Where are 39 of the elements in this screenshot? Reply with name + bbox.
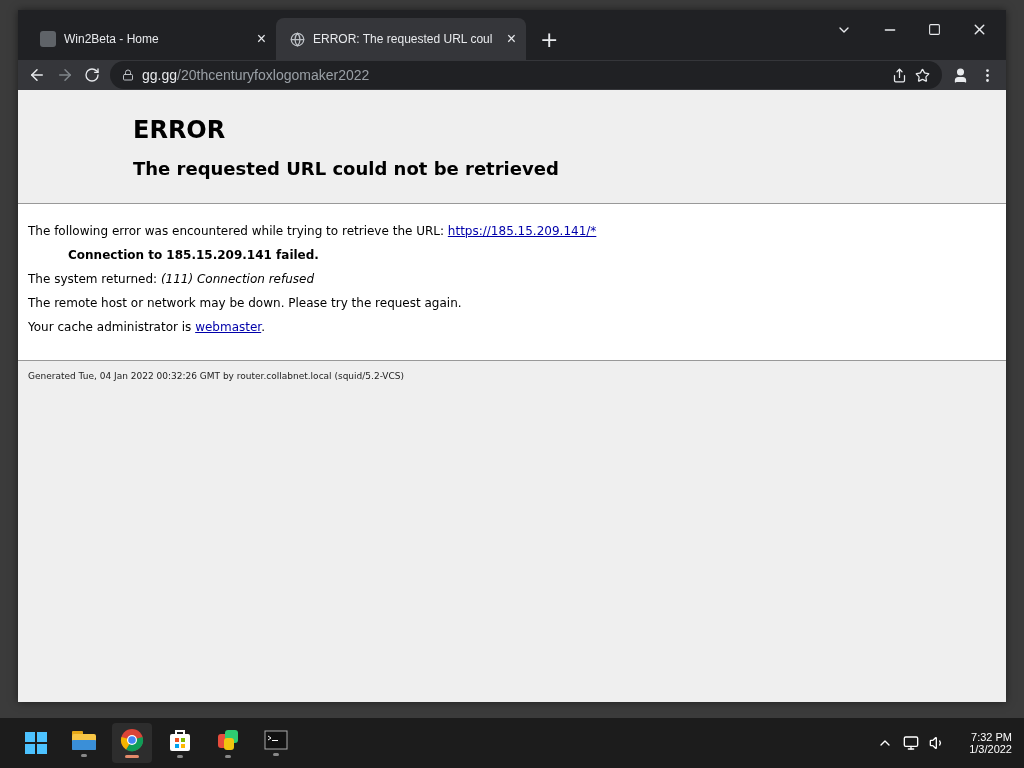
clock-date[interactable]: 1/3/2022 — [969, 743, 1012, 755]
failure-message: Connection to 185.15.209.141 failed. — [68, 248, 320, 262]
lock-icon — [122, 69, 134, 81]
browser-tab[interactable]: Win2Beta - Home × — [26, 18, 276, 60]
new-tab-button[interactable]: + — [540, 27, 559, 52]
webmaster-link[interactable]: webmaster — [195, 320, 262, 334]
reload-icon[interactable] — [84, 67, 100, 83]
globe-icon — [290, 31, 305, 47]
tab-title: ERROR: The requested URL coul — [313, 32, 494, 46]
maximize-icon[interactable] — [928, 23, 941, 36]
error-description: The following error was encountered while trying to retrieve the URL: https://185.15.209.141/* — [28, 224, 598, 238]
tab-title: Win2Beta - Home — [64, 32, 160, 46]
back-icon[interactable] — [28, 66, 46, 84]
admin-text: Your cache administrator is webmaster. — [28, 320, 266, 334]
bookmark-star-icon[interactable] — [915, 67, 930, 83]
shopping-bag-icon[interactable] — [168, 728, 192, 752]
taskbar-app[interactable] — [112, 723, 152, 763]
browser-icon[interactable] — [120, 728, 144, 752]
address-bar[interactable]: gg.gg/20thcenturyfoxlogomaker2022 — [110, 61, 942, 89]
terminal-icon[interactable] — [264, 730, 288, 750]
browser-tab[interactable]: ERROR: The requested URL coul × — [276, 18, 526, 60]
close-tab-button[interactable]: × — [506, 30, 516, 48]
url-link[interactable]: https://185.15.209.141/* — [447, 224, 597, 238]
colored-squares-icon[interactable] — [216, 728, 240, 752]
clock-time[interactable]: 7:32 PM — [971, 731, 1012, 743]
close-tab-button[interactable]: × — [256, 30, 266, 48]
error-heading: ERROR — [133, 116, 227, 144]
forward-icon[interactable] — [56, 66, 74, 84]
system-message: The system returned: (111) Connection refused — [28, 272, 316, 286]
advice-text: The remote host or network may be down. Please try the request again. — [28, 296, 463, 310]
share-icon[interactable] — [892, 67, 907, 83]
profile-icon[interactable] — [952, 66, 969, 84]
favicon-icon — [40, 31, 56, 47]
error-subheading: The requested URL could not be retrieved — [133, 158, 560, 179]
network-icon[interactable] — [903, 735, 920, 751]
url-text: gg.gg/20thcenturyfoxlogomaker2022 — [142, 67, 370, 83]
footer-text: Generated Tue, 04 Jan 2022 00:32:26 GMT by router.collabnet.local (squid/5.2-VCS) — [27, 370, 405, 383]
windows-logo-icon[interactable] — [24, 731, 48, 755]
folder-icon[interactable] — [71, 729, 97, 751]
